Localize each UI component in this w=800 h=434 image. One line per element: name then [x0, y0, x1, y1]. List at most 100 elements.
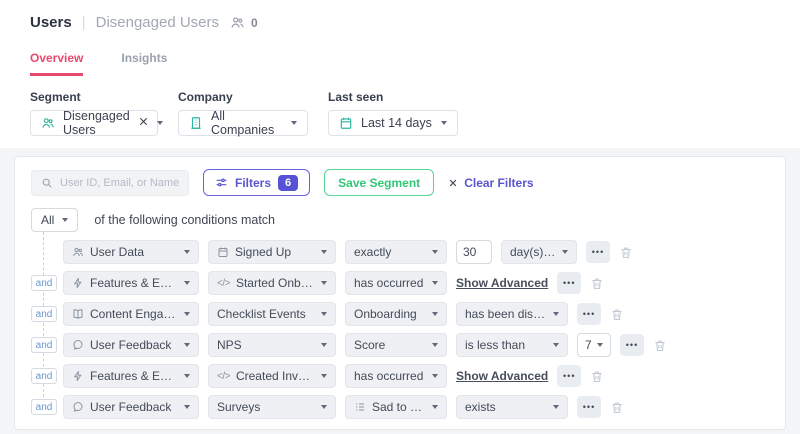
company-filter-group: Company All Companies [178, 90, 308, 136]
item-select[interactable]: Checklist Events [208, 302, 336, 326]
operator-select[interactable]: Score [345, 333, 447, 357]
chevron-down-icon [62, 218, 68, 222]
filters-count-badge: 6 [278, 175, 298, 191]
chevron-down-icon [432, 312, 438, 316]
category-select[interactable]: Features & Events [63, 271, 199, 295]
survey-value: Sad to see you ... [372, 400, 426, 414]
category-select[interactable]: User Feedback [63, 333, 199, 357]
category-value: Features & Events [90, 369, 178, 383]
category-value: Features & Events [90, 276, 178, 290]
users-icon [41, 116, 55, 130]
filters-button-label: Filters [235, 176, 271, 190]
tab-insights[interactable]: Insights [121, 51, 167, 76]
company-filter-select[interactable]: All Companies [178, 110, 308, 136]
category-select[interactable]: Features & Events [63, 364, 199, 388]
more-options-button[interactable]: ••• [557, 272, 581, 294]
lightning-icon [72, 277, 84, 289]
tab-overview[interactable]: Overview [30, 51, 83, 76]
operator-select[interactable]: exactly [345, 240, 447, 264]
more-options-button[interactable]: ••• [620, 334, 644, 356]
comparison-select[interactable]: is less than [456, 333, 568, 357]
more-options-button[interactable]: ••• [577, 303, 601, 325]
operator-select[interactable]: has occurred [345, 364, 447, 388]
operator-value: has occurred [354, 276, 426, 290]
score-value-select[interactable]: 7 [577, 333, 611, 357]
match-all-select[interactable]: All [31, 208, 78, 232]
segment-clear-button[interactable] [138, 116, 149, 130]
delete-condition-button[interactable] [653, 338, 667, 353]
chevron-down-icon [184, 281, 190, 285]
search-input[interactable] [60, 177, 179, 189]
days-value-input[interactable] [456, 240, 492, 264]
more-options-button[interactable]: ••• [557, 365, 581, 387]
more-options-button[interactable]: ••• [577, 396, 601, 418]
comparison-value: is less than [465, 338, 547, 352]
user-search-box [31, 170, 189, 196]
book-icon [72, 308, 84, 320]
operator-select[interactable]: has occurred [345, 271, 447, 295]
users-icon [72, 246, 84, 258]
unit-value: day(s) ago [510, 245, 556, 259]
survey-select[interactable]: Sad to see you ... [345, 395, 447, 419]
chevron-down-icon [432, 250, 438, 254]
delete-condition-button[interactable] [610, 400, 624, 415]
trash-icon [610, 307, 624, 322]
and-connector: and [31, 337, 57, 353]
segment-filter-select[interactable]: Disengaged Users [30, 110, 158, 136]
condition-state-select[interactable]: has been dismissed [456, 302, 568, 326]
clear-filters-button[interactable]: Clear Filters [448, 176, 533, 190]
last-seen-filter-group: Last seen Last 14 days [328, 90, 458, 136]
show-advanced-link[interactable]: Show Advanced [456, 369, 548, 383]
show-advanced-link[interactable]: Show Advanced [456, 276, 548, 290]
company-filter-value: All Companies [211, 109, 283, 137]
chevron-down-icon [553, 343, 559, 347]
chevron-down-icon [291, 121, 297, 125]
user-count: 0 [229, 15, 258, 30]
unit-select[interactable]: day(s) ago [501, 240, 577, 264]
category-value: User Feedback [90, 338, 178, 352]
match-all-value: All [41, 213, 54, 227]
category-select[interactable]: Content Engagement [63, 302, 199, 326]
condition-row: and User Feedback NPS Score is less than [63, 333, 769, 357]
item-select[interactable]: </> Started Onboarding [208, 271, 336, 295]
chevron-down-icon [184, 343, 190, 347]
user-count-value: 0 [251, 16, 258, 30]
item-select[interactable]: NPS [208, 333, 336, 357]
chevron-down-icon [321, 250, 327, 254]
item-value: Surveys [217, 400, 315, 414]
category-select[interactable]: User Feedback [63, 395, 199, 419]
condition-state-select[interactable]: exists [456, 395, 568, 419]
chevron-down-icon [184, 312, 190, 316]
clear-filters-label: Clear Filters [464, 176, 533, 190]
more-options-button[interactable]: ••• [586, 241, 610, 263]
trash-icon [619, 245, 633, 260]
item-select[interactable]: Surveys [208, 395, 336, 419]
chevron-down-icon [157, 121, 163, 125]
item-value: Signed Up [235, 245, 315, 259]
item-select[interactable]: </> Created Invoice [208, 364, 336, 388]
code-icon: </> [217, 371, 230, 382]
code-icon: </> [217, 278, 230, 289]
query-section: Filters 6 Save Segment Clear Filters All… [0, 148, 800, 434]
chevron-down-icon [321, 312, 327, 316]
category-value: Content Engagement [90, 307, 178, 321]
filters-button[interactable]: Filters 6 [203, 169, 310, 196]
save-segment-button[interactable]: Save Segment [324, 169, 434, 196]
delete-condition-button[interactable] [610, 307, 624, 322]
last-seen-filter-select[interactable]: Last 14 days [328, 110, 458, 136]
and-connector: and [31, 275, 57, 291]
trash-icon [653, 338, 667, 353]
category-select[interactable]: User Data [63, 240, 199, 264]
operator-select[interactable]: Onboarding [345, 302, 447, 326]
delete-condition-button[interactable] [590, 369, 604, 384]
chevron-down-icon [441, 121, 447, 125]
calendar-icon [217, 246, 229, 258]
segment-filter-group: Segment Disengaged Users [30, 90, 158, 136]
delete-condition-button[interactable] [590, 276, 604, 291]
delete-condition-button[interactable] [619, 245, 633, 260]
segment-filter-label: Segment [30, 90, 158, 104]
trash-icon [610, 400, 624, 415]
condition-row: and Features & Events </> Created Invoic… [63, 364, 769, 388]
item-select[interactable]: Signed Up [208, 240, 336, 264]
segment-filter-value: Disengaged Users [63, 109, 130, 137]
